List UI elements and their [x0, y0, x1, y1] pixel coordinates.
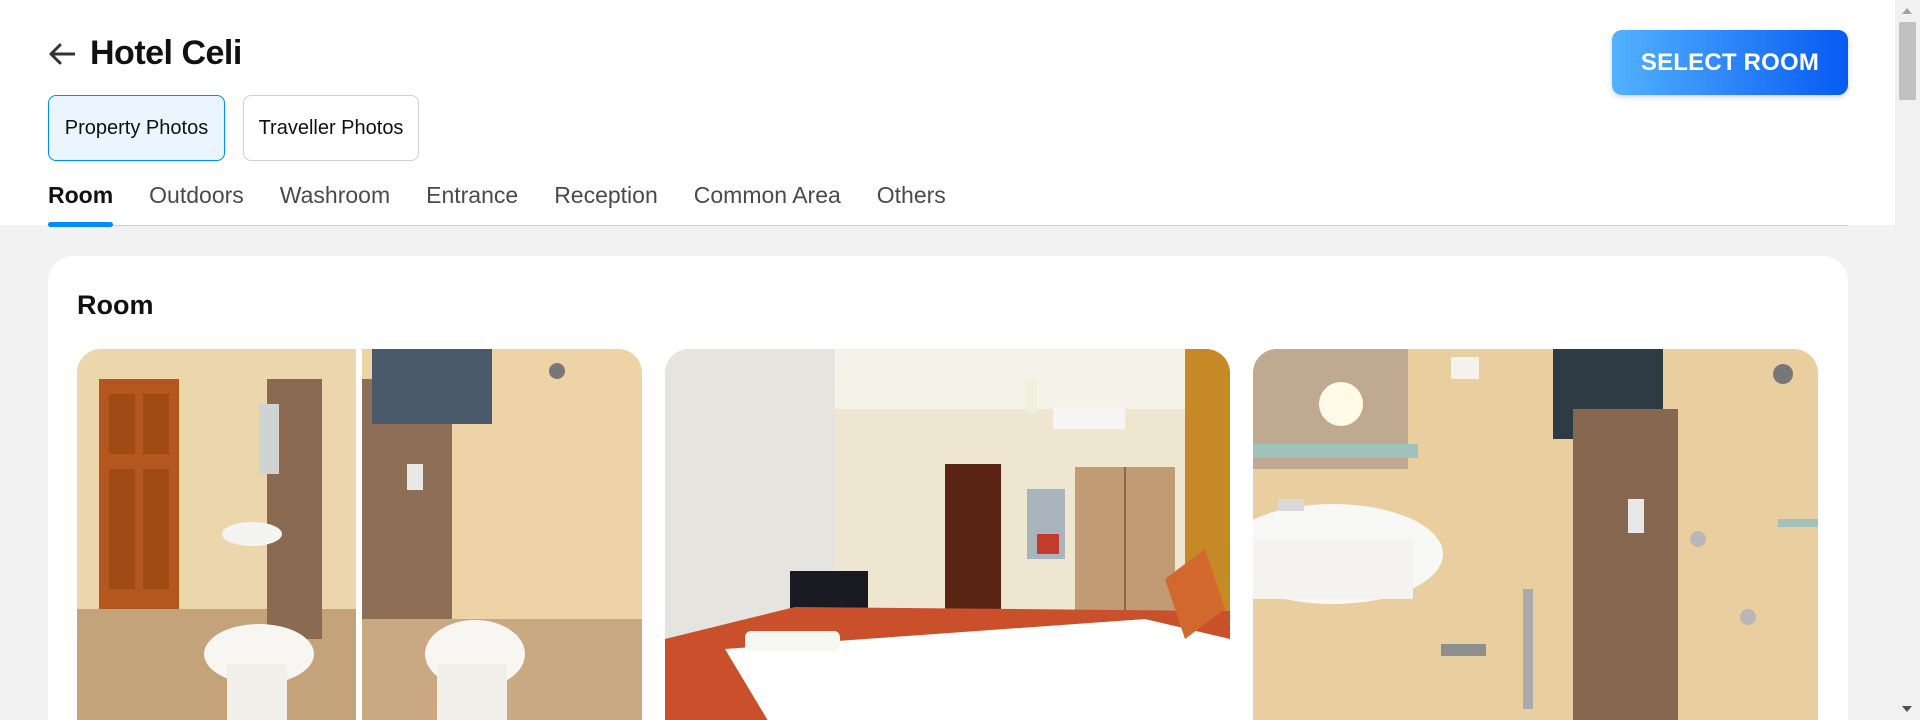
room-photo-bathroom-sink[interactable]	[1253, 349, 1818, 720]
page-title: Hotel Celi	[90, 34, 242, 72]
tab-common-area[interactable]: Common Area	[694, 182, 841, 226]
back-arrow-icon[interactable]	[48, 40, 76, 68]
tab-outdoors[interactable]: Outdoors	[149, 182, 244, 226]
section-title: Room	[77, 290, 154, 320]
room-photo-bedroom[interactable]	[665, 349, 1230, 720]
room-photos-section: Room	[48, 256, 1848, 720]
photo-source-toggle: Property Photos Traveller Photos	[48, 95, 419, 161]
tab-reception[interactable]: Reception	[554, 182, 658, 226]
tab-others[interactable]: Others	[877, 182, 946, 226]
property-photos-button[interactable]: Property Photos	[48, 95, 225, 161]
scroll-up-icon[interactable]	[1902, 8, 1912, 14]
traveller-photos-button[interactable]: Traveller Photos	[243, 95, 419, 161]
room-photo-bathroom-split[interactable]	[77, 349, 642, 720]
tab-washroom[interactable]: Washroom	[280, 182, 390, 226]
photo-category-tabs: Room Outdoors Washroom Entrance Receptio…	[48, 182, 1848, 227]
bedroom-image	[665, 349, 1230, 720]
scroll-thumb[interactable]	[1899, 22, 1916, 100]
tab-entrance[interactable]: Entrance	[426, 182, 518, 226]
scroll-down-icon[interactable]	[1902, 706, 1912, 712]
bathroom-split-image	[77, 349, 642, 720]
tab-room[interactable]: Room	[48, 182, 114, 227]
select-room-button[interactable]: SELECT ROOM	[1612, 30, 1848, 95]
title-row: Hotel Celi	[48, 34, 242, 73]
vertical-scrollbar[interactable]	[1895, 0, 1920, 720]
page-header: Hotel Celi SELECT ROOM Property Photos T…	[0, 0, 1895, 227]
bathroom-sink-image	[1253, 349, 1818, 720]
